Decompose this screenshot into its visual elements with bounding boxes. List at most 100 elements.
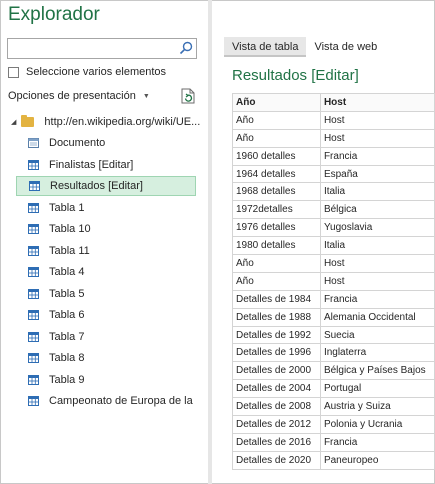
cell-host: Austria y Suiza	[319, 397, 435, 417]
tree-item[interactable]: Tabla 9	[16, 370, 196, 390]
tree-item[interactable]: Documento	[16, 133, 196, 153]
cell-year: 1972detalles	[232, 200, 321, 220]
tree-item[interactable]: Tabla 8	[16, 348, 196, 368]
search-field[interactable]	[8, 40, 174, 58]
cell-year: Detalles de 2004	[232, 379, 321, 399]
cell-host: España	[319, 164, 435, 184]
table-row: 1960 detalles Francia	[232, 146, 435, 166]
cell-host: Bélgica	[319, 200, 435, 220]
table-row: Año Host	[232, 128, 435, 148]
table-row: Detalles de 1996 Inglaterra	[232, 343, 435, 363]
cell-year: Año	[232, 254, 321, 273]
table-row: 1976 detalles Yugoslavia	[232, 218, 435, 238]
search-input[interactable]	[7, 38, 197, 59]
table-row: 1964 detalles España	[232, 164, 435, 184]
tree-item-label: Tabla 10	[49, 223, 91, 235]
cell-year: 1968 detalles	[232, 182, 321, 202]
table-row: 1980 detalles Italia	[232, 236, 435, 256]
table-row: Año Host	[232, 271, 435, 291]
table-icon	[28, 310, 39, 320]
preview-table: Año Host Año Host Año Host 1960 detalles Fran…	[232, 93, 435, 470]
select-multiple-option[interactable]: Seleccione varios elementos	[8, 66, 166, 78]
tree-item-label: Resultados [Editar]	[50, 180, 143, 192]
cell-year: Año	[232, 128, 321, 148]
tree-item-label: Tabla 5	[49, 287, 85, 300]
tree-item[interactable]: Tabla 7	[16, 327, 196, 347]
table-icon	[28, 353, 39, 363]
cell-host: Portugal	[319, 379, 435, 399]
table-row: Detalles de 1988 Alemania Occidental	[232, 307, 435, 327]
tree-item[interactable]: Tabla 1	[16, 198, 196, 218]
tree-item-label: Campeonato de Europa de la ...	[49, 395, 196, 407]
cell-host: Host	[319, 271, 435, 291]
cell-year: Detalles de 2020	[232, 450, 321, 470]
tree-item-label: Finalistas [Editar]	[49, 158, 134, 171]
table-row: Año Host	[232, 254, 435, 273]
cell-year: Detalles de 2000	[232, 361, 321, 381]
cell-host: Inglaterra	[319, 343, 435, 363]
cell-year: 1960 detalles	[232, 146, 321, 166]
tree-root-source[interactable]: ◢ http://en.wikipedia.org/wiki/UE...	[11, 113, 200, 131]
cell-host: Francia	[319, 432, 435, 452]
tree-item[interactable]: Campeonato de Europa de la ...	[16, 391, 196, 411]
tree-item[interactable]: Tabla 10	[16, 219, 196, 239]
cell-year: Detalles de 1996	[232, 343, 321, 363]
table-row: Detalles de 2004 Portugal	[232, 379, 435, 399]
navigator-pane: Explorador Seleccione varios elementos O…	[0, 0, 208, 484]
tree-item[interactable]: Tabla 6	[16, 305, 196, 325]
select-multiple-label: Seleccione varios elementos	[26, 66, 167, 78]
cell-host: Francia	[319, 146, 435, 166]
table-icon	[28, 288, 39, 299]
tree-item-label: Documento	[49, 137, 106, 149]
cell-year: 1964 detalles	[232, 164, 321, 184]
cell-host: Francia	[319, 289, 435, 309]
cell-year: Detalles de 1992	[232, 325, 321, 345]
cell-host: Paneuropeo	[319, 450, 435, 470]
tree-item[interactable]: Tabla 5	[16, 284, 196, 304]
expanded-triangle-icon[interactable]: ◢	[11, 118, 16, 126]
view-options-label: Opciones de presentación	[8, 90, 136, 102]
navigator-title: Explorador	[8, 4, 100, 25]
tree-item[interactable]: Tabla 11	[16, 241, 196, 261]
tab-table-view[interactable]: Vista de tabla	[224, 37, 307, 57]
tree-item[interactable]: Resultados [Editar]	[16, 176, 196, 196]
cell-host: Suecia	[319, 325, 435, 345]
table-row: Detalles de 2008 Austria y Suiza	[232, 397, 435, 417]
search-icon[interactable]	[179, 41, 193, 55]
tree-item-label: Tabla 4	[49, 266, 85, 278]
refresh-icon[interactable]	[181, 88, 195, 104]
cell-year: 1980 detalles	[232, 236, 321, 256]
cell-year: Año	[232, 110, 321, 130]
column-header-year[interactable]: Año	[232, 93, 321, 112]
table-header-row: Año Host	[232, 93, 435, 112]
cell-host: Host	[319, 254, 435, 273]
view-options-dropdown[interactable]: Opciones de presentación ▼	[8, 90, 150, 102]
table-icon	[28, 396, 39, 406]
column-header-host[interactable]: Host	[319, 93, 435, 112]
tree-root-label: http://en.wikipedia.org/wiki/UE...	[44, 116, 201, 128]
table-row: Detalles de 2012 Polonia y Ucrania	[232, 415, 435, 434]
tree-item[interactable]: Tabla 4	[16, 262, 196, 282]
view-tabs: Vista de tabla Vista de web	[224, 37, 385, 57]
tree-item-label: Tabla 11	[49, 244, 90, 257]
cell-host: Italia	[319, 236, 435, 256]
tree-item[interactable]: Finalistas [Editar]	[16, 155, 196, 175]
cell-host: Polonia y Ucrania	[319, 415, 435, 434]
cell-host: Italia	[319, 182, 435, 202]
table-row: Detalles de 1984 Francia	[232, 289, 435, 309]
cell-year: 1976 detalles	[232, 218, 321, 238]
table-row: 1972detalles Bélgica	[232, 200, 435, 220]
tab-web-view[interactable]: Vista de web	[306, 37, 385, 57]
table-icon	[28, 159, 39, 170]
table-icon	[28, 245, 39, 256]
cell-host: Yugoslavia	[319, 218, 435, 238]
select-multiple-checkbox[interactable]	[8, 66, 19, 78]
cell-year: Detalles de 2012	[232, 415, 321, 434]
preview-title: Resultados [Editar]	[232, 67, 359, 84]
table-row: Detalles de 2000 Bélgica y Países Bajos	[232, 361, 435, 381]
table-row: 1968 detalles Italia	[232, 182, 435, 202]
tree-item-label: Tabla 1	[49, 201, 85, 214]
table-row: Detalles de 2020 Paneuropeo	[232, 450, 435, 470]
table-row: Detalles de 1992 Suecia	[232, 325, 435, 345]
tree-item-label: Tabla 9	[49, 373, 85, 386]
